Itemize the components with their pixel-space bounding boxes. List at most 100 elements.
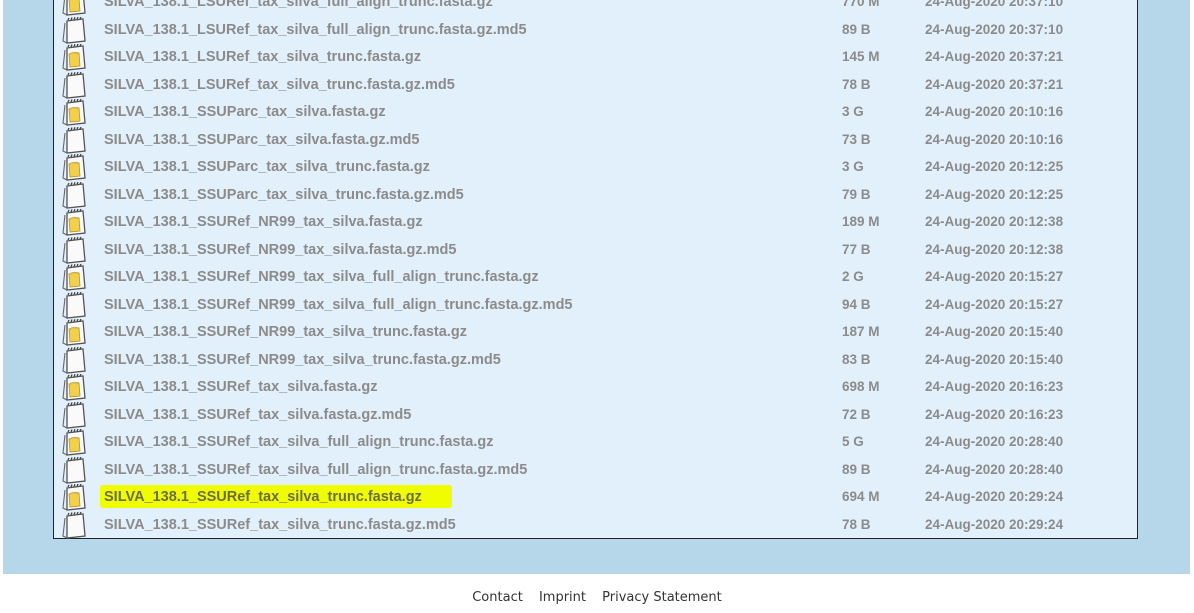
file-date: 24-Aug-2020 20:37:10 [925,21,1064,37]
footer: Contact Imprint Privacy Statement [0,590,1194,605]
file-date: 24-Aug-2020 20:16:23 [925,406,1064,422]
file-date: 24-Aug-2020 20:12:38 [925,214,1064,229]
compressed-file-icon[interactable] [60,263,88,291]
file-link[interactable]: SILVA_138.1_SSURef_NR99_tax_silva_full_a… [104,297,573,313]
file-link[interactable]: SILVA_138.1_SSURef_NR99_tax_silva_full_a… [104,269,539,285]
file-row: SILVA_138.1_SSURef_NR99_tax_silva_trunc.… [54,318,1139,346]
file-row: SILVA_138.1_SSURef_tax_silva_trunc.fasta… [54,511,1139,539]
file-size: 770 M [842,0,880,9]
file-size: 94 B [842,296,871,312]
file-date: 24-Aug-2020 20:29:24 [925,489,1064,504]
text-file-icon[interactable] [60,346,88,374]
file-date: 24-Aug-2020 20:10:16 [925,104,1064,119]
text-file-icon[interactable] [60,456,88,484]
file-row: SILVA_138.1_SSURef_tax_silva_full_align_… [54,428,1139,456]
file-row: SILVA_138.1_SSURef_NR99_tax_silva_trunc.… [54,346,1139,374]
text-file-icon[interactable] [60,291,88,319]
contact-link[interactable]: Contact [472,590,523,605]
file-link[interactable]: SILVA_138.1_SSURef_tax_silva.fasta.gz.md… [104,407,411,423]
file-size: 189 M [842,214,880,229]
file-link[interactable]: SILVA_138.1_SSUParc_tax_silva.fasta.gz.m… [104,132,419,148]
file-link[interactable]: SILVA_138.1_SSURef_tax_silva.fasta.gz [104,379,378,395]
compressed-file-icon[interactable] [60,373,88,401]
file-link[interactable]: SILVA_138.1_SSURef_NR99_tax_silva_trunc.… [104,324,467,340]
file-size: 5 G [842,434,864,449]
file-size: 187 M [842,324,880,339]
file-row: SILVA_138.1_LSURef_tax_silva_trunc.fasta… [54,43,1139,71]
file-date: 24-Aug-2020 20:12:25 [925,186,1064,202]
text-file-icon[interactable] [60,16,88,44]
text-file-icon[interactable] [60,236,88,264]
text-file-icon[interactable] [60,181,88,209]
file-link[interactable]: SILVA_138.1_SSURef_NR99_tax_silva_trunc.… [104,352,501,368]
compressed-file-icon[interactable] [60,98,88,126]
imprint-link[interactable]: Imprint [539,590,586,605]
file-link[interactable]: SILVA_138.1_SSURef_tax_silva_trunc.fasta… [104,517,456,533]
file-date: 24-Aug-2020 20:12:25 [925,159,1064,174]
text-file-icon[interactable] [60,71,88,99]
file-row: SILVA_138.1_SSURef_tax_silva.fasta.gz.md… [54,401,1139,429]
file-row: SILVA_138.1_SSURef_NR99_tax_silva.fasta.… [54,208,1139,236]
compressed-file-icon[interactable] [60,428,88,456]
compressed-file-icon[interactable] [60,208,88,236]
file-date: 24-Aug-2020 20:37:10 [925,0,1064,9]
file-size: 78 B [842,76,871,92]
file-size: 78 B [842,516,871,532]
file-row: SILVA_138.1_SSUParc_tax_silva_trunc.fast… [54,153,1139,181]
file-link[interactable]: SILVA_138.1_LSURef_tax_silva_full_align_… [104,22,527,38]
file-date: 24-Aug-2020 20:28:40 [925,434,1064,449]
file-size: 79 B [842,186,871,202]
file-listing: SILVA_138.1_LSURef_tax_silva_full_align_… [53,0,1138,539]
file-row: SILVA_138.1_SSURef_tax_silva.fasta.gz 698… [54,373,1139,401]
file-size: 89 B [842,21,871,37]
file-date: 24-Aug-2020 20:10:16 [925,131,1064,147]
file-row: SILVA_138.1_LSURef_tax_silva_full_align_… [54,16,1139,44]
file-row: SILVA_138.1_SSURef_NR99_tax_silva.fasta.… [54,236,1139,264]
file-date: 24-Aug-2020 20:16:23 [925,379,1064,394]
file-date: 24-Aug-2020 20:37:21 [925,49,1064,64]
compressed-file-icon[interactable] [60,318,88,346]
file-row: SILVA_138.1_SSURef_NR99_tax_silva_full_a… [54,291,1139,319]
file-row: SILVA_138.1_SSURef_NR99_tax_silva_full_a… [54,263,1139,291]
privacy-statement-link[interactable]: Privacy Statement [602,590,722,605]
compressed-file-icon[interactable] [60,153,88,181]
file-date: 24-Aug-2020 20:28:40 [925,461,1064,477]
file-link[interactable]: SILVA_138.1_SSUParc_tax_silva_trunc.fast… [104,187,464,203]
file-size: 89 B [842,461,871,477]
file-size: 694 M [842,489,880,504]
file-link[interactable]: SILVA_138.1_SSURef_NR99_tax_silva.fasta.… [104,214,423,230]
file-date: 24-Aug-2020 20:15:40 [925,324,1064,339]
file-size: 698 M [842,379,880,394]
text-file-icon[interactable] [60,126,88,154]
file-link[interactable]: SILVA_138.1_SSUParc_tax_silva_trunc.fast… [104,159,430,175]
file-size: 83 B [842,351,871,367]
file-link[interactable]: SILVA_138.1_SSURef_NR99_tax_silva.fasta.… [104,242,456,258]
file-row: SILVA_138.1_SSUParc_tax_silva.fasta.gz.m… [54,126,1139,154]
compressed-file-icon[interactable] [60,0,88,16]
compressed-file-icon[interactable] [60,483,88,511]
file-date: 24-Aug-2020 20:29:24 [925,516,1064,532]
file-size: 73 B [842,131,871,147]
file-link[interactable]: SILVA_138.1_SSURef_tax_silva_full_align_… [104,434,494,450]
text-file-icon[interactable] [60,511,88,539]
file-date: 24-Aug-2020 20:15:27 [925,296,1064,312]
file-link[interactable]: SILVA_138.1_LSURef_tax_silva_trunc.fasta… [104,77,455,93]
text-file-icon[interactable] [60,401,88,429]
file-size: 72 B [842,406,871,422]
file-date: 24-Aug-2020 20:37:21 [925,76,1064,92]
file-size: 3 G [842,159,864,174]
file-link[interactable]: SILVA_138.1_LSURef_tax_silva_full_align_… [104,0,493,10]
file-size: 77 B [842,241,871,257]
file-size: 145 M [842,49,880,64]
file-row: SILVA_138.1_SSUParc_tax_silva.fasta.gz 3 … [54,98,1139,126]
file-link[interactable]: SILVA_138.1_LSURef_tax_silva_trunc.fasta… [104,49,421,65]
file-row: SILVA_138.1_SSURef_tax_silva_full_align_… [54,456,1139,484]
file-row: SILVA_138.1_LSURef_tax_silva_trunc.fasta… [54,71,1139,99]
file-link[interactable]: SILVA_138.1_SSUParc_tax_silva.fasta.gz [104,104,386,120]
file-size: 2 G [842,269,864,284]
file-link[interactable]: SILVA_138.1_SSURef_tax_silva_trunc.fasta… [104,489,422,505]
file-link[interactable]: SILVA_138.1_SSURef_tax_silva_full_align_… [104,462,527,478]
file-date: 24-Aug-2020 20:15:40 [925,351,1064,367]
file-date: 24-Aug-2020 20:12:38 [925,241,1064,257]
compressed-file-icon[interactable] [60,43,88,71]
